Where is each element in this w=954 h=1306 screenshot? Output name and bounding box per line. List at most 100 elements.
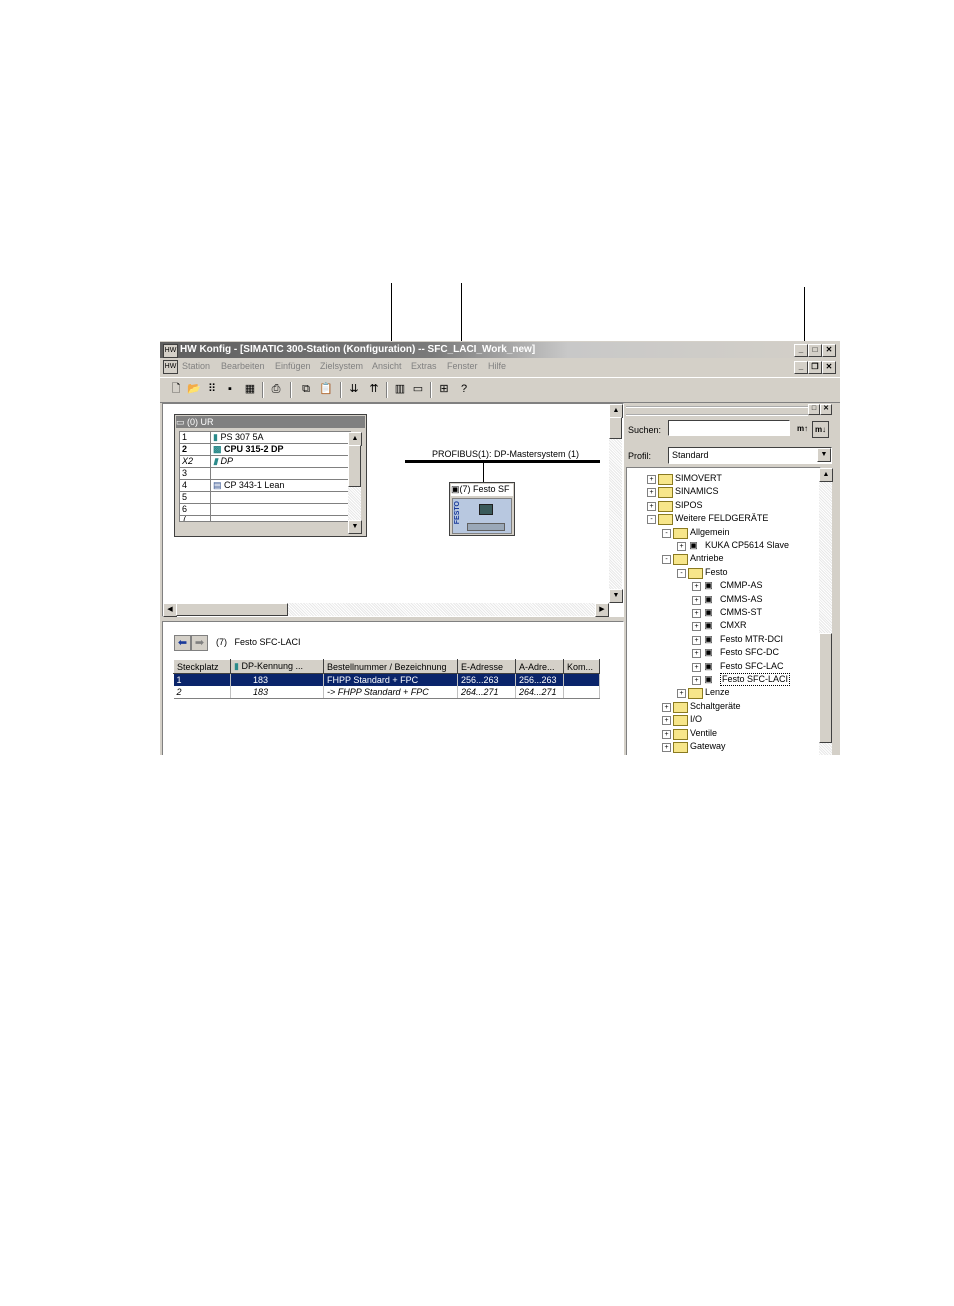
scroll-thumb[interactable] [609,417,622,439]
module-cell[interactable]: ▤ CP 343-1 Lean [210,479,351,492]
expand-icon[interactable]: + [692,662,701,672]
tree-item[interactable]: + ▣ KUKA CP5614 Slave [627,539,817,552]
catalog-close-button[interactable]: ✕ [820,404,832,415]
scroll-up-button[interactable]: ▲ [348,432,362,446]
module-cell[interactable]: ▮ PS 307 5A [210,431,351,444]
network-icon[interactable]: ⊞ [436,381,452,397]
tree-item[interactable]: - Weitere FELDGERÄTE [627,512,817,526]
tree-item[interactable]: + ▣ Festo SFC-LAC [627,660,817,673]
expand-icon[interactable]: + [662,729,671,739]
collapse-icon[interactable]: - [662,555,671,565]
station-view[interactable]: ▭ (0) UR 1 ▮ PS 307 5A 2 ▩ CPU 315-2 DP X2… [162,403,624,617]
rack-row[interactable]: X2 ▮ DP [179,455,351,468]
expand-icon[interactable]: + [677,689,686,699]
help-icon[interactable]: ? [456,381,472,397]
expand-icon[interactable]: + [692,622,701,632]
menu-station[interactable]: Station [182,361,210,371]
station-vscroll[interactable]: ▲ ▼ [609,404,623,603]
expand-icon[interactable]: + [647,488,656,498]
tree-item[interactable]: + ▣ Festo MTR-DCI [627,633,817,646]
rack-table[interactable]: 1 ▮ PS 307 5A 2 ▩ CPU 315-2 DP X2 ▮ DP 3 4 ▤… [179,431,351,522]
expand-icon[interactable]: + [647,475,656,484]
doc-minimize-button[interactable]: _ [794,361,808,374]
module-cell[interactable] [210,515,351,522]
maximize-button[interactable]: □ [808,344,822,357]
expand-icon[interactable]: + [692,676,701,685]
doc-restore-button[interactable]: ❐ [808,361,822,374]
menu-fenster[interactable]: Fenster [447,361,478,371]
tree-item[interactable]: + Schaltgeräte [627,700,817,713]
module-cell[interactable] [210,503,351,516]
expand-icon[interactable]: + [647,501,656,511]
new-icon[interactable]: 🗋 [168,381,184,397]
tree-item[interactable]: - Festo [627,566,817,579]
module-cell[interactable]: ▮ DP [210,455,351,468]
slot-table[interactable]: Steckplatz ▮ DP-Kennung ... Bestellnumme… [173,659,600,699]
tree-item[interactable]: + ▣ Festo SFC-LACI [627,673,817,686]
minimize-button[interactable]: _ [794,344,808,357]
tree-item[interactable]: + SIPOS [627,499,817,512]
rack-row[interactable]: 2 ▩ CPU 315-2 DP [179,443,351,456]
scroll-left-button[interactable]: ◀ [163,603,177,617]
tree-item[interactable]: + ▣ CMMS-AS [627,593,817,606]
save-icon[interactable]: ▪ [222,381,238,397]
tree-item[interactable]: + I/O [627,713,817,727]
col-a-adresse[interactable]: A-Adre... [515,659,564,674]
scroll-thumb[interactable] [176,603,288,616]
menu-ansicht[interactable]: Ansicht [372,361,402,371]
menu-hilfe[interactable]: Hilfe [488,361,506,371]
collapse-icon[interactable]: - [647,515,656,525]
catalog-float-button[interactable]: □ [808,404,820,415]
rack-row[interactable]: 7 [179,515,351,522]
doc-close-button[interactable]: ✕ [822,361,836,374]
tree-item[interactable]: + SINAMICS [627,485,817,499]
tree-item[interactable]: + Ventile [627,727,817,740]
expand-icon[interactable]: + [662,702,671,712]
scroll-up-button[interactable]: ▲ [609,404,623,418]
save-compile-icon[interactable]: ▦ [242,381,258,397]
menu-zielsystem[interactable]: Zielsystem [320,361,363,371]
search-up-icon[interactable]: m↓ [812,421,829,438]
collapse-icon[interactable]: - [662,528,671,538]
rack[interactable]: ▭ (0) UR 1 ▮ PS 307 5A 2 ▩ CPU 315-2 DP X2… [174,414,367,537]
rack-row[interactable]: 5 [179,491,351,504]
expand-icon[interactable]: + [677,542,686,551]
col-e-adresse[interactable]: E-Adresse [457,659,516,674]
profibus-bus-line[interactable] [405,460,600,463]
tree-item[interactable]: + ▣ Festo SFC-DC [627,646,817,659]
catalog-grip[interactable] [626,406,808,416]
print-icon[interactable]: ⎙ [268,381,284,397]
rack-scrollbar[interactable]: ▲ ▼ [348,432,362,534]
open-icon[interactable]: 📂 [186,381,202,397]
scroll-down-button[interactable]: ▼ [609,589,623,603]
scroll-thumb[interactable] [348,445,361,487]
table-row[interactable]: 1 183 FHPP Standard + FPC 256...263 256.… [173,673,600,686]
upload-icon[interactable]: ⇈ [366,381,382,397]
title-bar[interactable]: HW HW Konfig - [SIMATIC 300-Station (Kon… [160,342,840,358]
monitor-icon[interactable]: ▭ [410,381,426,397]
rack-row[interactable]: 3 [179,467,351,480]
tree-item[interactable]: + ▣ CMXR [627,619,817,632]
station-hscroll[interactable]: ◀ ▶ [163,603,609,617]
expand-icon[interactable]: + [692,635,701,645]
scroll-right-button[interactable]: ▶ [595,603,609,617]
menu-extras[interactable]: Extras [411,361,437,371]
close-button[interactable]: ✕ [822,344,836,357]
document-icon[interactable]: HW [163,360,178,374]
collapse-icon[interactable]: - [677,568,686,578]
expand-icon[interactable]: + [692,609,701,618]
scroll-up-button[interactable]: ▲ [819,468,833,482]
profile-select[interactable]: Standard ▼ [668,447,832,464]
module-cell[interactable]: ▩ CPU 315-2 DP [210,443,351,456]
tree-item[interactable]: + Lenze [627,686,817,700]
col-kommentar[interactable]: Kom... [563,659,600,674]
tree-item[interactable]: + ▣ CMMP-AS [627,579,817,592]
hw-config-icon[interactable]: HW [163,344,178,358]
search-input[interactable] [668,420,790,436]
rack-row[interactable]: 1 ▮ PS 307 5A [179,431,351,444]
copy-icon[interactable]: ⧉ [298,381,314,397]
col-steckplatz[interactable]: Steckplatz [173,659,231,674]
dp-slave-festo[interactable]: ▣(7) Festo SF FESTO [449,482,515,536]
catalog-vscroll[interactable]: ▲ [819,468,833,755]
rack-row[interactable]: 6 [179,503,351,516]
